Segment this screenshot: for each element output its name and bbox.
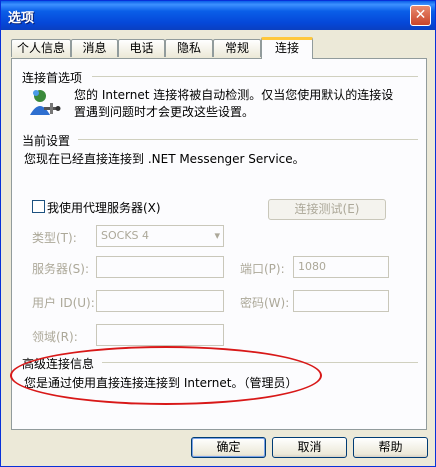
- cancel-button[interactable]: 取消: [272, 437, 347, 458]
- port-value: 1080: [298, 260, 326, 273]
- tab-personal[interactable]: 个人信息: [11, 39, 71, 57]
- connection-panel: 连接首选项 您的 Internet 连接将被自动检测。仅当您使用默认的连接设 置…: [10, 58, 427, 430]
- tab-phone[interactable]: 电话: [118, 39, 165, 57]
- type-label: 类型(T):: [32, 231, 77, 245]
- close-icon: ✕: [414, 7, 427, 23]
- divider: [92, 76, 418, 77]
- tab-messages[interactable]: 消息: [71, 39, 118, 57]
- tab-general[interactable]: 常规: [213, 39, 261, 57]
- port-label: 端口(P):: [240, 262, 285, 276]
- tab-connection[interactable]: 连接: [261, 37, 313, 59]
- proxy-type-value: SOCKS 4: [101, 229, 150, 242]
- highlight-oval: [10, 346, 322, 405]
- current-settings-heading: 当前设置: [22, 134, 71, 148]
- window-title: 选项: [8, 11, 35, 26]
- options-dialog: 选项 ✕ 个人信息 消息 电话 隐私 常规 连接 连接首选项 您的 Intern…: [0, 0, 436, 467]
- password-input[interactable]: [293, 290, 389, 312]
- proxy-checkbox-label[interactable]: 我使用代理服务器(X): [47, 199, 161, 216]
- title-bar[interactable]: 选项 ✕: [1, 1, 435, 30]
- user-id-input[interactable]: [96, 290, 224, 312]
- chevron-down-icon: ▾: [214, 229, 220, 242]
- tab-privacy[interactable]: 隐私: [165, 39, 213, 57]
- user-id-label: 用户 ID(U):: [32, 296, 95, 310]
- connection-prefs-line2: 置遇到问题时才会更改这些设置。: [74, 105, 255, 119]
- proxy-checkbox[interactable]: [32, 200, 45, 213]
- password-label: 密码(W):: [240, 296, 290, 310]
- current-settings-text: 您现在已经直接连接到 .NET Messenger Service。: [24, 152, 305, 166]
- server-input[interactable]: [96, 256, 224, 278]
- network-user-icon: [26, 87, 62, 121]
- server-label: 服务器(S):: [32, 262, 90, 276]
- help-button[interactable]: 帮助: [353, 437, 428, 458]
- domain-label: 领域(R):: [32, 330, 78, 344]
- ok-button[interactable]: 确定: [191, 437, 266, 458]
- proxy-type-select[interactable]: SOCKS 4 ▾: [96, 225, 224, 247]
- domain-input[interactable]: [96, 324, 224, 346]
- connection-prefs-line1: 您的 Internet 连接将被自动检测。仅当您使用默认的连接设: [74, 88, 394, 102]
- divider: [78, 139, 418, 140]
- port-input[interactable]: 1080: [293, 256, 389, 278]
- connection-prefs-heading: 连接首选项: [22, 71, 83, 85]
- close-button[interactable]: ✕: [410, 5, 431, 26]
- connection-test-button[interactable]: 连接测试(E): [268, 199, 386, 220]
